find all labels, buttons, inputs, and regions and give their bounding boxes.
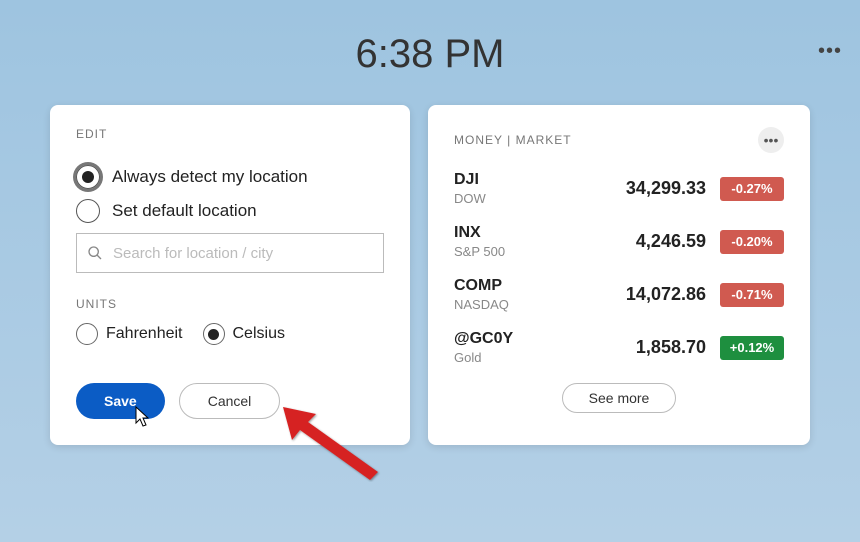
ticker-row[interactable]: @GC0Y Gold1,858.70 +0.12% <box>454 330 784 365</box>
ticker-change: -0.71% <box>720 283 784 307</box>
radio-icon <box>203 323 225 345</box>
ticker-name: DOW <box>454 191 626 206</box>
radio-label: Always detect my location <box>112 167 308 187</box>
radio-set-default[interactable]: Set default location <box>76 199 384 223</box>
ticker-price: 1,858.70 <box>636 337 706 358</box>
page-more-icon[interactable]: ••• <box>818 40 842 63</box>
cancel-button[interactable]: Cancel <box>179 383 281 419</box>
ticker-row[interactable]: DJI DOW34,299.33 -0.27% <box>454 171 784 206</box>
ticker-row[interactable]: INX S&P 5004,246.59 -0.20% <box>454 224 784 259</box>
units-heading: UNITS <box>76 297 384 311</box>
ticker-row[interactable]: COMP NASDAQ14,072.86 -0.71% <box>454 277 784 312</box>
ticker-symbol: COMP <box>454 277 626 295</box>
money-heading: MONEY | MARKET <box>454 133 572 147</box>
ticker-name: NASDAQ <box>454 297 626 312</box>
ticker-price: 34,299.33 <box>626 178 706 199</box>
unit-fahrenheit[interactable]: Fahrenheit <box>76 323 183 345</box>
ticker-name: S&P 500 <box>454 244 636 259</box>
unit-label: Celsius <box>233 325 285 343</box>
ticker-symbol: INX <box>454 224 636 242</box>
radio-always-detect[interactable]: Always detect my location <box>76 165 384 189</box>
ticker-change: -0.20% <box>720 230 784 254</box>
ticker-change: -0.27% <box>720 177 784 201</box>
radio-label: Set default location <box>112 201 257 221</box>
clock-time: 6:38 PM <box>0 32 860 77</box>
ticker-price: 14,072.86 <box>626 284 706 305</box>
location-search[interactable] <box>76 233 384 273</box>
money-card: MONEY | MARKET ••• DJI DOW34,299.33 -0.27%… <box>428 105 810 445</box>
edit-heading: EDIT <box>76 127 384 141</box>
edit-card: EDIT Always detect my location Set defau… <box>50 105 410 445</box>
ticker-symbol: DJI <box>454 171 626 189</box>
radio-icon <box>76 165 100 189</box>
see-more-button[interactable]: See more <box>562 383 677 413</box>
search-icon <box>87 245 103 261</box>
ticker-change: +0.12% <box>720 336 784 360</box>
unit-celsius[interactable]: Celsius <box>203 323 285 345</box>
radio-icon <box>76 199 100 223</box>
ticker-price: 4,246.59 <box>636 231 706 252</box>
unit-label: Fahrenheit <box>106 325 183 343</box>
ticker-symbol: @GC0Y <box>454 330 636 348</box>
save-button[interactable]: Save <box>76 383 165 419</box>
location-search-input[interactable] <box>113 245 373 262</box>
radio-icon <box>76 323 98 345</box>
ticker-name: Gold <box>454 350 636 365</box>
money-more-icon[interactable]: ••• <box>758 127 784 153</box>
